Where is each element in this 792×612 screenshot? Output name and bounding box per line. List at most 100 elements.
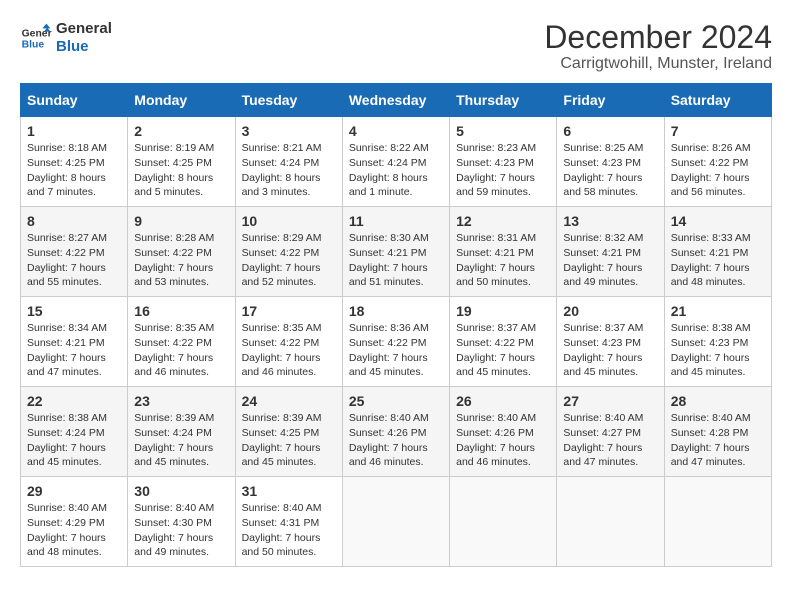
table-row: 29 Sunrise: 8:40 AM Sunset: 4:29 PM Dayl… bbox=[21, 477, 128, 567]
day-number: 29 bbox=[27, 483, 121, 499]
day-info: Sunrise: 8:18 AM Sunset: 4:25 PM Dayligh… bbox=[27, 141, 121, 200]
day-number: 8 bbox=[27, 213, 121, 229]
day-number: 30 bbox=[134, 483, 228, 499]
table-row: 5 Sunrise: 8:23 AM Sunset: 4:23 PM Dayli… bbox=[450, 117, 557, 207]
col-monday: Monday bbox=[128, 84, 235, 117]
table-row: 28 Sunrise: 8:40 AM Sunset: 4:28 PM Dayl… bbox=[664, 387, 771, 477]
day-number: 1 bbox=[27, 123, 121, 139]
day-info: Sunrise: 8:40 AM Sunset: 4:29 PM Dayligh… bbox=[27, 501, 121, 560]
day-info: Sunrise: 8:35 AM Sunset: 4:22 PM Dayligh… bbox=[242, 321, 336, 380]
day-number: 3 bbox=[242, 123, 336, 139]
table-row: 17 Sunrise: 8:35 AM Sunset: 4:22 PM Dayl… bbox=[235, 297, 342, 387]
day-info: Sunrise: 8:21 AM Sunset: 4:24 PM Dayligh… bbox=[242, 141, 336, 200]
subtitle: Carrigtwohill, Munster, Ireland bbox=[544, 55, 772, 73]
table-row: 9 Sunrise: 8:28 AM Sunset: 4:22 PM Dayli… bbox=[128, 207, 235, 297]
day-number: 24 bbox=[242, 393, 336, 409]
day-number: 31 bbox=[242, 483, 336, 499]
logo-icon: General Blue bbox=[20, 22, 52, 54]
svg-text:Blue: Blue bbox=[22, 40, 45, 51]
day-number: 2 bbox=[134, 123, 228, 139]
day-info: Sunrise: 8:37 AM Sunset: 4:23 PM Dayligh… bbox=[563, 321, 657, 380]
day-info: Sunrise: 8:38 AM Sunset: 4:24 PM Dayligh… bbox=[27, 411, 121, 470]
day-info: Sunrise: 8:29 AM Sunset: 4:22 PM Dayligh… bbox=[242, 231, 336, 290]
table-row: 27 Sunrise: 8:40 AM Sunset: 4:27 PM Dayl… bbox=[557, 387, 664, 477]
day-info: Sunrise: 8:33 AM Sunset: 4:21 PM Dayligh… bbox=[671, 231, 765, 290]
col-wednesday: Wednesday bbox=[342, 84, 449, 117]
day-info: Sunrise: 8:39 AM Sunset: 4:24 PM Dayligh… bbox=[134, 411, 228, 470]
page-header: General Blue General Blue December 2024 … bbox=[20, 20, 772, 73]
day-number: 26 bbox=[456, 393, 550, 409]
day-info: Sunrise: 8:40 AM Sunset: 4:31 PM Dayligh… bbox=[242, 501, 336, 560]
table-row: 6 Sunrise: 8:25 AM Sunset: 4:23 PM Dayli… bbox=[557, 117, 664, 207]
table-row: 14 Sunrise: 8:33 AM Sunset: 4:21 PM Dayl… bbox=[664, 207, 771, 297]
table-row: 15 Sunrise: 8:34 AM Sunset: 4:21 PM Dayl… bbox=[21, 297, 128, 387]
day-info: Sunrise: 8:25 AM Sunset: 4:23 PM Dayligh… bbox=[563, 141, 657, 200]
table-row: 4 Sunrise: 8:22 AM Sunset: 4:24 PM Dayli… bbox=[342, 117, 449, 207]
table-row: 24 Sunrise: 8:39 AM Sunset: 4:25 PM Dayl… bbox=[235, 387, 342, 477]
logo: General Blue General Blue bbox=[20, 20, 112, 56]
day-info: Sunrise: 8:31 AM Sunset: 4:21 PM Dayligh… bbox=[456, 231, 550, 290]
day-info: Sunrise: 8:40 AM Sunset: 4:28 PM Dayligh… bbox=[671, 411, 765, 470]
table-row: 30 Sunrise: 8:40 AM Sunset: 4:30 PM Dayl… bbox=[128, 477, 235, 567]
table-row: 23 Sunrise: 8:39 AM Sunset: 4:24 PM Dayl… bbox=[128, 387, 235, 477]
table-row: 22 Sunrise: 8:38 AM Sunset: 4:24 PM Dayl… bbox=[21, 387, 128, 477]
logo-line2: Blue bbox=[56, 38, 112, 56]
table-row: 8 Sunrise: 8:27 AM Sunset: 4:22 PM Dayli… bbox=[21, 207, 128, 297]
day-info: Sunrise: 8:39 AM Sunset: 4:25 PM Dayligh… bbox=[242, 411, 336, 470]
day-number: 5 bbox=[456, 123, 550, 139]
day-number: 16 bbox=[134, 303, 228, 319]
day-number: 25 bbox=[349, 393, 443, 409]
day-info: Sunrise: 8:32 AM Sunset: 4:21 PM Dayligh… bbox=[563, 231, 657, 290]
day-number: 18 bbox=[349, 303, 443, 319]
day-info: Sunrise: 8:36 AM Sunset: 4:22 PM Dayligh… bbox=[349, 321, 443, 380]
table-row: 1 Sunrise: 8:18 AM Sunset: 4:25 PM Dayli… bbox=[21, 117, 128, 207]
day-number: 28 bbox=[671, 393, 765, 409]
table-row: 3 Sunrise: 8:21 AM Sunset: 4:24 PM Dayli… bbox=[235, 117, 342, 207]
day-number: 12 bbox=[456, 213, 550, 229]
table-row: 16 Sunrise: 8:35 AM Sunset: 4:22 PM Dayl… bbox=[128, 297, 235, 387]
table-row: 25 Sunrise: 8:40 AM Sunset: 4:26 PM Dayl… bbox=[342, 387, 449, 477]
day-info: Sunrise: 8:19 AM Sunset: 4:25 PM Dayligh… bbox=[134, 141, 228, 200]
col-thursday: Thursday bbox=[450, 84, 557, 117]
table-row bbox=[450, 477, 557, 567]
day-number: 13 bbox=[563, 213, 657, 229]
col-friday: Friday bbox=[557, 84, 664, 117]
day-number: 15 bbox=[27, 303, 121, 319]
calendar-header-row: Sunday Monday Tuesday Wednesday Thursday… bbox=[21, 84, 772, 117]
day-info: Sunrise: 8:27 AM Sunset: 4:22 PM Dayligh… bbox=[27, 231, 121, 290]
day-info: Sunrise: 8:28 AM Sunset: 4:22 PM Dayligh… bbox=[134, 231, 228, 290]
table-row: 10 Sunrise: 8:29 AM Sunset: 4:22 PM Dayl… bbox=[235, 207, 342, 297]
day-number: 27 bbox=[563, 393, 657, 409]
day-number: 7 bbox=[671, 123, 765, 139]
title-block: December 2024 Carrigtwohill, Munster, Ir… bbox=[544, 20, 772, 73]
table-row: 13 Sunrise: 8:32 AM Sunset: 4:21 PM Dayl… bbox=[557, 207, 664, 297]
table-row: 19 Sunrise: 8:37 AM Sunset: 4:22 PM Dayl… bbox=[450, 297, 557, 387]
logo-line1: General bbox=[56, 20, 112, 38]
table-row: 7 Sunrise: 8:26 AM Sunset: 4:22 PM Dayli… bbox=[664, 117, 771, 207]
day-number: 14 bbox=[671, 213, 765, 229]
table-row: 18 Sunrise: 8:36 AM Sunset: 4:22 PM Dayl… bbox=[342, 297, 449, 387]
day-number: 4 bbox=[349, 123, 443, 139]
table-row bbox=[342, 477, 449, 567]
day-info: Sunrise: 8:26 AM Sunset: 4:22 PM Dayligh… bbox=[671, 141, 765, 200]
table-row: 2 Sunrise: 8:19 AM Sunset: 4:25 PM Dayli… bbox=[128, 117, 235, 207]
day-number: 11 bbox=[349, 213, 443, 229]
calendar-table: Sunday Monday Tuesday Wednesday Thursday… bbox=[20, 83, 772, 567]
day-number: 10 bbox=[242, 213, 336, 229]
day-number: 22 bbox=[27, 393, 121, 409]
day-info: Sunrise: 8:23 AM Sunset: 4:23 PM Dayligh… bbox=[456, 141, 550, 200]
col-sunday: Sunday bbox=[21, 84, 128, 117]
day-info: Sunrise: 8:40 AM Sunset: 4:30 PM Dayligh… bbox=[134, 501, 228, 560]
day-info: Sunrise: 8:30 AM Sunset: 4:21 PM Dayligh… bbox=[349, 231, 443, 290]
day-number: 23 bbox=[134, 393, 228, 409]
day-number: 6 bbox=[563, 123, 657, 139]
table-row: 12 Sunrise: 8:31 AM Sunset: 4:21 PM Dayl… bbox=[450, 207, 557, 297]
day-info: Sunrise: 8:40 AM Sunset: 4:26 PM Dayligh… bbox=[349, 411, 443, 470]
day-number: 19 bbox=[456, 303, 550, 319]
col-tuesday: Tuesday bbox=[235, 84, 342, 117]
table-row: 20 Sunrise: 8:37 AM Sunset: 4:23 PM Dayl… bbox=[557, 297, 664, 387]
day-info: Sunrise: 8:34 AM Sunset: 4:21 PM Dayligh… bbox=[27, 321, 121, 380]
table-row bbox=[557, 477, 664, 567]
day-number: 21 bbox=[671, 303, 765, 319]
day-info: Sunrise: 8:37 AM Sunset: 4:22 PM Dayligh… bbox=[456, 321, 550, 380]
